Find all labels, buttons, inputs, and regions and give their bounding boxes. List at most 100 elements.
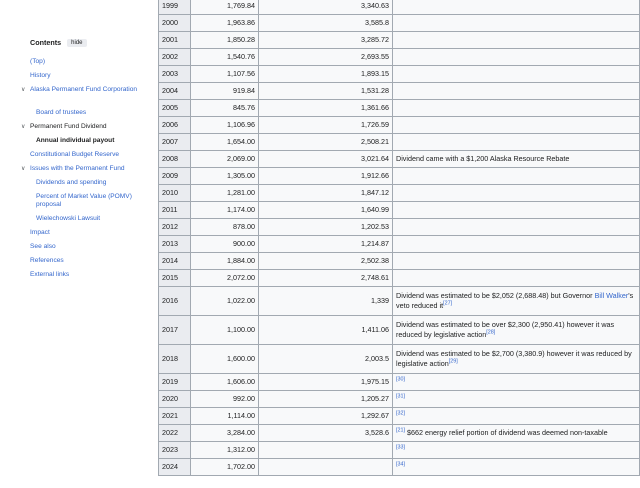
toc-item-history[interactable]: History [30, 72, 51, 80]
reference-link[interactable]: [33] [396, 445, 405, 451]
toc-item-board-of-trustees[interactable]: Board of trustees [36, 109, 86, 117]
table-row: 2016 1,022.00 1,339 Dividend was estimat… [158, 286, 640, 316]
dividend-cell: 2,072.00 [190, 269, 259, 287]
year-cell: 2008 [158, 150, 191, 168]
year-cell: 2003 [158, 65, 191, 83]
reference-link[interactable]: [29] [449, 359, 458, 365]
adjusted-amount-cell [258, 441, 393, 459]
toc-item-permanent-fund-dividend[interactable]: Permanent Fund Dividend [30, 123, 107, 131]
reference-link[interactable]: [21] [396, 428, 405, 434]
note-cell: Dividend was estimated to be $2,052 (2,6… [392, 286, 640, 316]
adjusted-amount-cell: 3,528.6 [258, 424, 393, 442]
toc-item-see-also[interactable]: See also [30, 243, 56, 251]
toc-item-dividends-and-spending[interactable]: Dividends and spending [36, 179, 106, 187]
table-row: 2018 1,600.00 2,003.5 Dividend was estim… [158, 344, 640, 374]
adjusted-amount-cell: 1,202.53 [258, 218, 393, 236]
dividend-cell: 1,114.00 [190, 407, 259, 425]
table-row: 2003 1,107.56 1,893.15 [158, 65, 640, 83]
dividend-cell: 1,312.00 [190, 441, 259, 459]
table-row: 2002 1,540.76 2,693.55 [158, 48, 640, 66]
reference-link[interactable]: [27] [443, 301, 452, 307]
dividend-cell: 1,107.56 [190, 65, 259, 83]
reference-link[interactable]: [32] [396, 411, 405, 417]
year-cell: 2023 [158, 441, 191, 459]
table-row: 2009 1,305.00 1,912.66 [158, 167, 640, 185]
toc-item-issues[interactable]: Issues with the Permanent Fund [30, 165, 125, 173]
chevron-down-icon[interactable]: ∨ [21, 165, 25, 173]
toc-item-wielechowski-lawsuit[interactable]: Wielechowski Lawsuit [36, 215, 100, 223]
reference-link[interactable]: [34] [396, 462, 405, 468]
dividend-cell: 1,305.00 [190, 167, 259, 185]
table-row: 2017 1,100.00 1,411.06 Dividend was esti… [158, 315, 640, 345]
table-row: 2023 1,312.00 [33] [158, 441, 640, 459]
dividend-cell: 845.76 [190, 99, 259, 117]
dividend-cell: 1,022.00 [190, 286, 259, 316]
toc-item-references[interactable]: References [30, 257, 64, 265]
dividend-cell: 2,069.00 [190, 150, 259, 168]
reference-link[interactable]: [31] [396, 394, 405, 400]
table-row: 2015 2,072.00 2,748.61 [158, 269, 640, 287]
year-cell: 2017 [158, 315, 191, 345]
toc-item-annual-individual-payout[interactable]: Annual individual payout [36, 137, 114, 145]
note-cell [392, 167, 640, 185]
toc-title: Contents [30, 38, 62, 47]
year-cell: 2001 [158, 31, 191, 49]
chevron-down-icon[interactable]: ∨ [21, 86, 25, 94]
adjusted-amount-cell: 3,585.8 [258, 14, 393, 32]
adjusted-amount-cell: 1,912.66 [258, 167, 393, 185]
reference-link[interactable]: [30] [396, 377, 405, 383]
chevron-down-icon[interactable]: ∨ [21, 123, 25, 131]
table-row: 2004 919.84 1,531.28 [158, 82, 640, 100]
year-cell: 2014 [158, 252, 191, 270]
note-text: Dividend was estimated to be over $2,300… [396, 320, 615, 339]
adjusted-amount-cell: 1,726.59 [258, 116, 393, 134]
dividend-cell: 992.00 [190, 390, 259, 408]
year-cell: 2000 [158, 14, 191, 32]
dividend-cell: 1,106.96 [190, 116, 259, 134]
year-cell: 2005 [158, 99, 191, 117]
note-cell [392, 31, 640, 49]
adjusted-amount-cell: 2,003.5 [258, 344, 393, 374]
table-row: 2001 1,850.28 3,285.72 [158, 31, 640, 49]
note-cell [392, 82, 640, 100]
table-row: 2005 845.76 1,361.66 [158, 99, 640, 117]
toc-item-external-links[interactable]: External links [30, 271, 69, 279]
adjusted-amount-cell: 1,292.67 [258, 407, 393, 425]
reference-link[interactable]: [28] [486, 330, 495, 336]
note-cell [392, 218, 640, 236]
year-cell: 2002 [158, 48, 191, 66]
note-cell: [34] [392, 458, 640, 476]
adjusted-amount-cell: 2,693.55 [258, 48, 393, 66]
dividend-cell: 1,540.76 [190, 48, 259, 66]
table-row: 2008 2,069.00 3,021.64 Dividend came wit… [158, 150, 640, 168]
dividend-cell: 1,600.00 [190, 344, 259, 374]
year-cell: 2007 [158, 133, 191, 151]
adjusted-amount-cell: 2,748.61 [258, 269, 393, 287]
table-row: 2012 878.00 1,202.53 [158, 218, 640, 236]
bill-walker-link[interactable]: Bill Walker [595, 291, 629, 300]
note-cell [392, 14, 640, 32]
toc-item-apfc[interactable]: Alaska Permanent Fund Corporation [30, 86, 140, 94]
note-text: Dividend was estimated to be $2,052 (2,6… [396, 291, 595, 300]
year-cell: 2016 [158, 286, 191, 316]
year-cell: 2024 [158, 458, 191, 476]
toc-item-constitutional-budget-reserve[interactable]: Constitutional Budget Reserve [30, 151, 119, 159]
toc-item-top[interactable]: (Top) [30, 58, 45, 66]
year-cell: 2020 [158, 390, 191, 408]
table-row: 2020 992.00 1,205.27 [31] [158, 390, 640, 408]
adjusted-amount-cell: 2,508.21 [258, 133, 393, 151]
dividend-cell: 1,100.00 [190, 315, 259, 345]
dividend-cell: 919.84 [190, 82, 259, 100]
dividend-cell: 1,654.00 [190, 133, 259, 151]
note-cell [392, 48, 640, 66]
year-cell: 2015 [158, 269, 191, 287]
toc-item-pomv-proposal[interactable]: Percent of Market Value (POMV) proposal [36, 193, 148, 209]
year-cell: 2009 [158, 167, 191, 185]
table-row: 2011 1,174.00 1,640.99 [158, 201, 640, 219]
note-cell: [32] [392, 407, 640, 425]
year-cell: 1999 [158, 0, 191, 15]
dividend-cell: 1,606.00 [190, 373, 259, 391]
toc-hide-button[interactable]: hide [67, 38, 87, 47]
note-cell [392, 133, 640, 151]
toc-item-impact[interactable]: Impact [30, 229, 50, 237]
